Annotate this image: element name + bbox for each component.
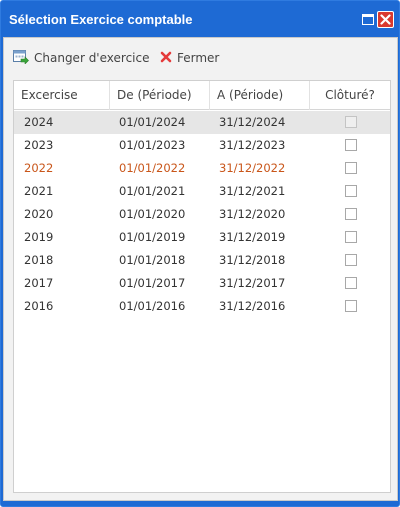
column-header-closed[interactable]: Clôturé? xyxy=(310,81,390,110)
cell-to-date: 31/12/2017 xyxy=(219,276,286,290)
calendar-arrow-icon xyxy=(13,49,29,67)
cell-to-date: 31/12/2022 xyxy=(219,161,286,175)
cell-to-date: 31/12/2021 xyxy=(219,184,286,198)
table-row[interactable]: 2017 01/01/2017 31/12/2017 xyxy=(14,272,390,295)
closed-checkbox[interactable] xyxy=(345,208,357,220)
cell-to-date: 31/12/2020 xyxy=(219,207,286,221)
window-title: Sélection Exercice comptable xyxy=(9,12,193,27)
closed-checkbox[interactable] xyxy=(345,162,357,174)
maximize-icon[interactable] xyxy=(362,14,374,25)
table-row[interactable]: 2019 01/01/2019 31/12/2019 xyxy=(14,226,390,249)
close-window-button[interactable] xyxy=(377,11,394,28)
table-row[interactable]: 2024 01/01/2024 31/12/2024 xyxy=(14,111,390,134)
cell-exercise: 2021 xyxy=(24,184,54,198)
close-button[interactable]: Fermer xyxy=(160,49,219,67)
column-header-from[interactable]: De (Période) xyxy=(110,81,210,110)
toolbar: Changer d'exercice Fermer xyxy=(4,38,397,76)
red-x-icon xyxy=(160,51,172,66)
column-header-exercise[interactable]: Excercise xyxy=(14,81,110,110)
table-row[interactable]: 2018 01/01/2018 31/12/2018 xyxy=(14,249,390,272)
grid-header: Excercise De (Période) A (Période) Clôtu… xyxy=(14,81,390,110)
close-label: Fermer xyxy=(177,51,220,65)
cell-from-date: 01/01/2016 xyxy=(119,299,186,313)
cell-from-date: 01/01/2023 xyxy=(119,138,186,152)
cell-from-date: 01/01/2024 xyxy=(119,115,186,129)
cell-to-date: 31/12/2023 xyxy=(219,138,286,152)
table-row[interactable]: 2022 01/01/2022 31/12/2022 xyxy=(14,157,390,180)
cell-from-date: 01/01/2017 xyxy=(119,276,186,290)
cell-from-date: 01/01/2018 xyxy=(119,253,186,267)
closed-checkbox[interactable] xyxy=(345,185,357,197)
cell-from-date: 01/01/2020 xyxy=(119,207,186,221)
table-row[interactable]: 2023 01/01/2023 31/12/2023 xyxy=(14,134,390,157)
cell-exercise: 2020 xyxy=(24,207,54,221)
table-row[interactable]: 2021 01/01/2021 31/12/2021 xyxy=(14,180,390,203)
closed-checkbox[interactable] xyxy=(345,139,357,151)
dialog-body: Changer d'exercice Fermer Excercise De (… xyxy=(3,37,398,501)
cell-exercise: 2023 xyxy=(24,138,54,152)
cell-exercise: 2018 xyxy=(24,253,54,267)
cell-exercise: 2022 xyxy=(24,161,54,175)
cell-from-date: 01/01/2021 xyxy=(119,184,186,198)
close-icon xyxy=(380,14,391,25)
table-row[interactable]: 2016 01/01/2016 31/12/2016 xyxy=(14,295,390,318)
closed-checkbox[interactable] xyxy=(345,254,357,266)
window-bottom-edge xyxy=(3,501,398,506)
closed-checkbox[interactable] xyxy=(345,300,357,312)
table-row[interactable]: 2020 01/01/2020 31/12/2020 xyxy=(14,203,390,226)
selection-exercise-window: Sélection Exercice comptable Changer d'e… xyxy=(0,0,400,507)
cell-exercise: 2024 xyxy=(24,115,54,129)
title-bar[interactable]: Sélection Exercice comptable xyxy=(1,1,399,37)
closed-checkbox[interactable] xyxy=(345,116,357,128)
cell-to-date: 31/12/2018 xyxy=(219,253,286,267)
exercise-grid: Excercise De (Période) A (Période) Clôtu… xyxy=(13,80,391,493)
cell-to-date: 31/12/2019 xyxy=(219,230,286,244)
cell-to-date: 31/12/2024 xyxy=(219,115,286,129)
cell-exercise: 2019 xyxy=(24,230,54,244)
change-exercise-button[interactable]: Changer d'exercice xyxy=(13,49,149,67)
cell-exercise: 2016 xyxy=(24,299,54,313)
cell-exercise: 2017 xyxy=(24,276,54,290)
change-exercise-label: Changer d'exercice xyxy=(34,51,150,65)
cell-from-date: 01/01/2019 xyxy=(119,230,186,244)
column-header-to[interactable]: A (Période) xyxy=(210,81,310,110)
closed-checkbox[interactable] xyxy=(345,277,357,289)
closed-checkbox[interactable] xyxy=(345,231,357,243)
cell-to-date: 31/12/2016 xyxy=(219,299,286,313)
cell-from-date: 01/01/2022 xyxy=(119,161,186,175)
